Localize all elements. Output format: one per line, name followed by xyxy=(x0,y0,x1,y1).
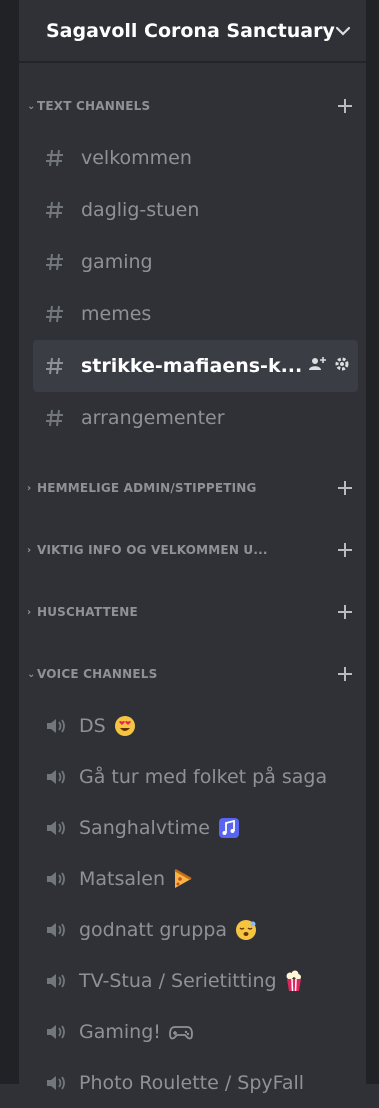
category-viktig-info[interactable]: › VIKTIG INFO OG VELKOMMEN U... xyxy=(19,524,366,576)
channel-label: TV-Stua / Serietitting xyxy=(79,969,277,992)
add-channel-icon[interactable] xyxy=(334,601,356,623)
hash-icon xyxy=(45,356,81,376)
right-frame xyxy=(366,0,379,1084)
channel-label: Gå tur med folket på saga xyxy=(79,765,328,788)
game-controller-emoji-icon xyxy=(168,1023,193,1041)
voice-channel-ds[interactable]: DS xyxy=(33,700,358,751)
speaker-icon xyxy=(45,819,79,837)
voice-channel-tv-stua[interactable]: TV-Stua / Serietitting xyxy=(33,955,358,1006)
channel-label: Photo Roulette / SpyFall xyxy=(79,1071,305,1094)
speaker-icon xyxy=(45,1074,79,1092)
voice-channel-sanghalvtime[interactable]: Sanghalvtime xyxy=(33,802,358,853)
text-channel-gaming[interactable]: gaming xyxy=(33,236,358,288)
text-channel-strikke-mafiaens[interactable]: strikke-mafiaens-k... xyxy=(33,340,358,392)
voice-channel-matsalen[interactable]: Matsalen xyxy=(33,853,358,904)
channel-label: gaming xyxy=(81,251,153,273)
add-channel-icon[interactable] xyxy=(334,477,356,499)
chevron-down-icon[interactable] xyxy=(335,22,352,40)
hash-icon xyxy=(45,200,81,220)
chevron-right-icon: › xyxy=(27,544,32,556)
chevron-right-icon: › xyxy=(27,482,32,494)
speaker-icon xyxy=(45,1023,79,1041)
speaker-icon xyxy=(45,972,79,990)
category-label: TEXT CHANNELS xyxy=(37,99,151,113)
pizza-emoji-icon xyxy=(173,868,193,890)
channel-label: godnatt gruppa xyxy=(79,918,228,941)
speaker-icon xyxy=(45,921,79,939)
server-header[interactable]: Sagavoll Corona Sanctuary xyxy=(19,0,366,63)
hash-icon xyxy=(45,252,81,272)
category-hemmelige[interactable]: › HEMMELIGE ADMIN/STIPPETING xyxy=(19,462,366,514)
invite-user-icon[interactable] xyxy=(308,355,326,377)
category-huschattene[interactable]: › HUSCHATTENE xyxy=(19,586,366,638)
channel-label: velkommen xyxy=(81,147,192,169)
text-channel-memes[interactable]: memes xyxy=(33,288,358,340)
speaker-icon xyxy=(45,870,79,888)
category-voice-channels[interactable]: ⌄ VOICE CHANNELS xyxy=(19,648,366,700)
channel-list: ⌄ TEXT CHANNELS velkommen daglig-stuen g… xyxy=(19,80,366,1108)
channel-label: Gaming! xyxy=(79,1020,161,1043)
text-channel-arrangementer[interactable]: arrangementer xyxy=(33,392,358,444)
chevron-down-icon: ⌄ xyxy=(27,100,36,112)
add-channel-icon[interactable] xyxy=(334,663,356,685)
text-channel-velkommen[interactable]: velkommen xyxy=(33,132,358,184)
voice-channel-photo-roulette[interactable]: Photo Roulette / SpyFall xyxy=(33,1057,358,1108)
add-channel-icon[interactable] xyxy=(334,539,356,561)
category-text-channels[interactable]: ⌄ TEXT CHANNELS xyxy=(19,80,366,132)
voice-channel-gaming[interactable]: Gaming! xyxy=(33,1006,358,1057)
channel-label: memes xyxy=(81,303,152,325)
voice-channel-godnatt-gruppa[interactable]: godnatt gruppa xyxy=(33,904,358,955)
chevron-right-icon: › xyxy=(27,606,32,618)
channel-label: strikke-mafiaens-k... xyxy=(81,355,303,377)
category-label: HEMMELIGE ADMIN/STIPPETING xyxy=(37,481,257,495)
category-label: VOICE CHANNELS xyxy=(37,667,158,681)
server-name: Sagavoll Corona Sanctuary xyxy=(46,19,335,42)
chevron-down-icon: ⌄ xyxy=(27,668,36,680)
channel-label: Matsalen xyxy=(79,867,166,890)
category-label: VIKTIG INFO OG VELKOMMEN U... xyxy=(37,543,268,557)
gear-icon[interactable] xyxy=(334,355,350,377)
channel-label: Sanghalvtime xyxy=(79,816,210,839)
channel-label: arrangementer xyxy=(81,407,225,429)
voice-channel-ga-tur[interactable]: Gå tur med folket på saga xyxy=(33,751,358,802)
heart-eyes-emoji-icon xyxy=(114,715,136,737)
add-channel-icon[interactable] xyxy=(334,95,356,117)
hash-icon xyxy=(45,408,81,428)
popcorn-emoji-icon xyxy=(285,970,303,992)
left-frame xyxy=(0,0,19,1084)
speaker-icon xyxy=(45,768,79,786)
sleeping-face-emoji-icon xyxy=(235,919,257,941)
hash-icon xyxy=(45,304,81,324)
text-channel-daglig-stuen[interactable]: daglig-stuen xyxy=(33,184,358,236)
category-label: HUSCHATTENE xyxy=(37,605,138,619)
speaker-icon xyxy=(45,717,79,735)
channel-label: daglig-stuen xyxy=(81,199,200,221)
channel-label: DS xyxy=(79,714,106,737)
hash-icon xyxy=(45,148,81,168)
music-notes-emoji-icon xyxy=(218,817,240,839)
